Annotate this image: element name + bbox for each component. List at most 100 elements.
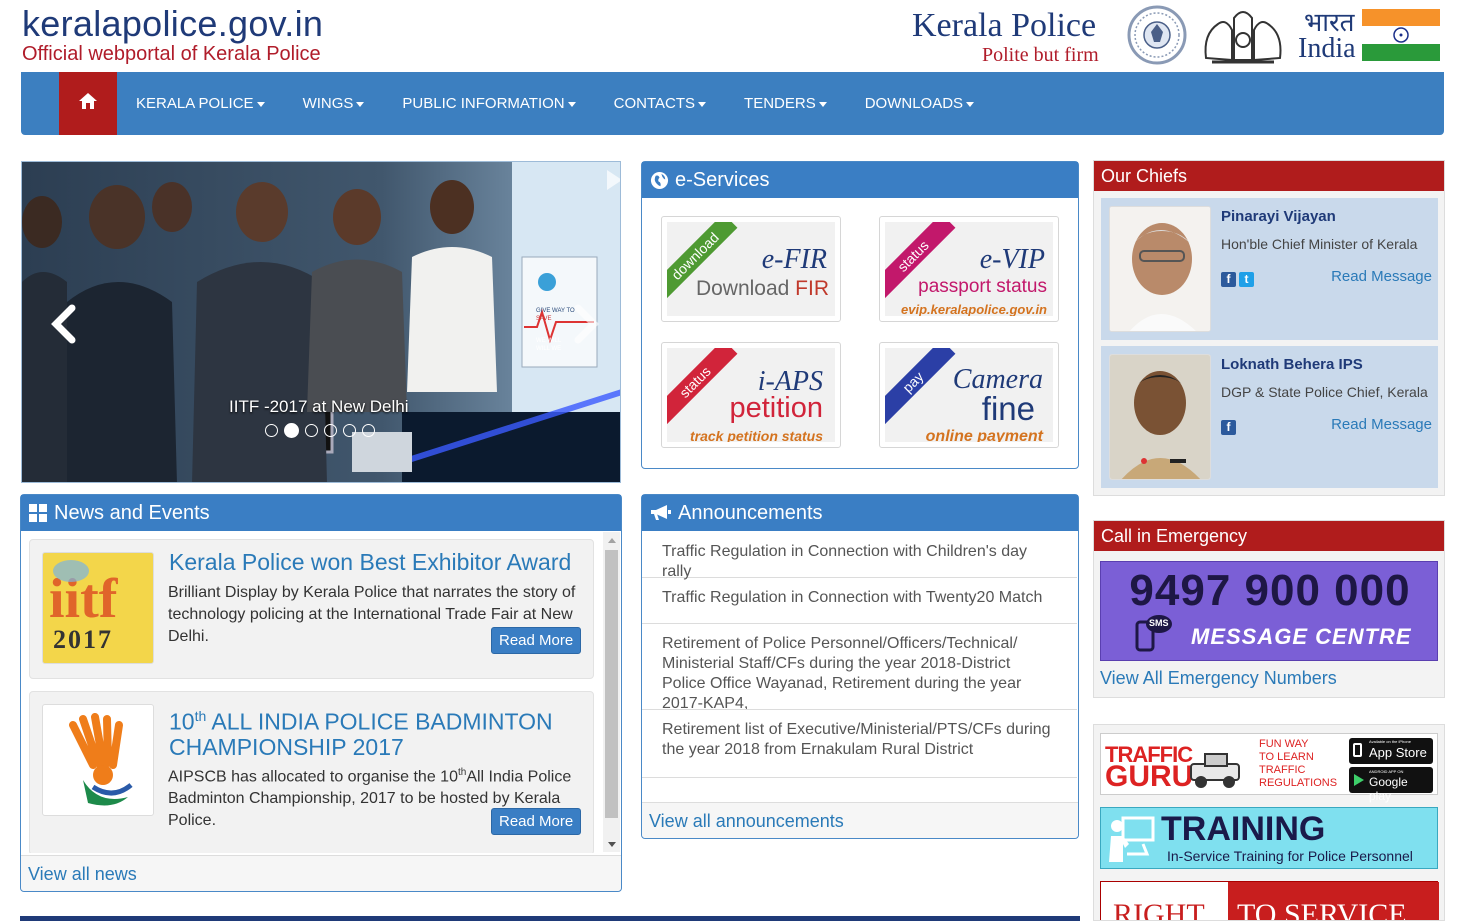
carousel-dot-active[interactable] xyxy=(284,423,299,438)
tile-title: e-FIR xyxy=(761,244,827,275)
tile-title: e-VIP xyxy=(979,244,1045,275)
india-flag xyxy=(1362,9,1440,61)
iaps-tile[interactable]: status i-APS petition track petition sta… xyxy=(661,342,841,448)
camera-fine-tile[interactable]: pay Camera fine online payment xyxy=(879,342,1059,448)
chiefs-panel: Our Chiefs Pinarayi Vijayan Hon'ble Chie… xyxy=(1093,160,1445,496)
read-more-button[interactable]: Read More xyxy=(491,627,582,654)
tile-subtitle: Download FIR xyxy=(696,277,829,301)
chief-role: DGP & State Police Chief, Kerala xyxy=(1221,384,1428,400)
app-store-small-text: Available on the iPhone xyxy=(1369,739,1411,744)
site-title[interactable]: keralapolice.gov.in xyxy=(22,4,323,44)
efir-tile[interactable]: download e-FIR Download FIR xyxy=(661,216,841,322)
rts-text-right: TO SERVICE xyxy=(1237,898,1407,921)
twitter-icon[interactable]: t xyxy=(1239,272,1254,287)
app-store-badge[interactable]: Available on the iPhone App Store xyxy=(1349,738,1433,764)
carousel-dot[interactable] xyxy=(324,424,337,437)
nav-public-information[interactable]: PUBLIC INFORMATION xyxy=(402,95,576,112)
caret-down-icon xyxy=(966,102,975,107)
tile-link-text: online payment xyxy=(925,428,1043,442)
news-thumbnail[interactable]: iitf 2017 xyxy=(42,552,154,664)
scroll-thumb[interactable] xyxy=(605,550,618,818)
promo-panel: TRAFFIC GURU FUN WAY TO LEARN TRAFFIC RE… xyxy=(1093,724,1445,921)
nav-tenders[interactable]: TENDERS xyxy=(744,95,827,112)
chief-role: Hon'ble Chief Minister of Kerala xyxy=(1221,236,1418,252)
carousel-dot[interactable] xyxy=(265,424,278,437)
carousel-dot[interactable] xyxy=(305,424,318,437)
carousel-prev-button[interactable] xyxy=(50,304,80,344)
news-scroll-area: iitf 2017 Kerala Police won Best Exhibit… xyxy=(21,531,621,853)
news-item-title[interactable]: 10th ALL INDIA POLICE BADMINTON CHAMPION… xyxy=(169,704,579,760)
chief-name[interactable]: Pinarayi Vijayan xyxy=(1221,208,1336,225)
chief-photo xyxy=(1109,206,1211,332)
booth-sign-line: WILL WE xyxy=(536,346,562,352)
kerala-police-emblem xyxy=(1126,2,1188,68)
read-more-button[interactable]: Read More xyxy=(491,808,582,835)
caret-down-icon xyxy=(818,102,827,107)
view-all-emergency-link[interactable]: View All Emergency Numbers xyxy=(1100,668,1337,689)
india-hindi-label: भारत xyxy=(1304,7,1355,37)
caret-down-icon xyxy=(256,102,265,107)
message-centre-label: MESSAGE CENTRE xyxy=(1191,624,1412,649)
carousel-dot[interactable] xyxy=(362,424,375,437)
announcement-item[interactable]: Traffic Regulation in Connection with Ch… xyxy=(642,532,1077,580)
chief-name[interactable]: Loknath Behera IPS xyxy=(1221,356,1363,373)
scroll-down-arrow[interactable] xyxy=(603,836,620,852)
view-all-announcements-link[interactable]: View all announcements xyxy=(649,811,844,832)
tagline-line: FUN WAY xyxy=(1259,738,1309,750)
carousel-caption: IITF -2017 at New Delhi xyxy=(229,397,409,416)
emergency-banner[interactable]: 9497 900 000 SMS MESSAGE CENTRE xyxy=(1100,561,1438,661)
nav-kerala-police[interactable]: KERALA POLICE xyxy=(136,95,265,112)
home-icon xyxy=(78,92,98,115)
jeep-icon xyxy=(1185,750,1245,790)
news-item: iitf 2017 Kerala Police won Best Exhibit… xyxy=(29,539,594,679)
home-button[interactable] xyxy=(59,72,117,135)
globe-icon xyxy=(650,171,669,190)
booth-sign-line: GIVE WAY TO xyxy=(536,308,575,314)
news-scrollbar[interactable] xyxy=(603,532,620,852)
image-carousel[interactable]: IITF -2017 at New Delhi GIVE WAY TO SAVE… xyxy=(21,161,621,483)
title-text: 10 xyxy=(169,708,195,735)
sms-bubble-text: SMS xyxy=(1149,618,1169,628)
right-to-service-banner[interactable]: RIGHT TO SERVICE xyxy=(1100,881,1439,921)
announcement-item[interactable]: Traffic Regulation in Connection with Tw… xyxy=(642,578,1077,624)
read-message-link[interactable]: Read Message xyxy=(1331,416,1432,433)
chief-card: Loknath Behera IPS DGP & State Police Ch… xyxy=(1101,346,1438,488)
traffic-guru-banner[interactable]: TRAFFIC GURU FUN WAY TO LEARN TRAFFIC RE… xyxy=(1100,733,1438,803)
page-divider xyxy=(20,916,1080,921)
tagline-line: REGULATIONS xyxy=(1259,777,1338,789)
announcements-header: Announcements xyxy=(642,495,1078,531)
facebook-icon[interactable]: f xyxy=(1221,272,1236,287)
news-thumbnail[interactable] xyxy=(42,704,154,816)
training-title: TRAINING xyxy=(1161,810,1326,848)
google-play-badge[interactable]: ANDROID APP ON Google play xyxy=(1349,767,1433,803)
emergency-panel: Call in Emergency 9497 900 000 SMS MESSA… xyxy=(1093,520,1445,698)
nav-wings[interactable]: WINGS xyxy=(303,95,365,112)
social-links: ft xyxy=(1221,270,1257,288)
chief-card: Pinarayi Vijayan Hon'ble Chief Minister … xyxy=(1101,198,1438,340)
booth-sign-line: WE WILL xyxy=(536,338,562,344)
tile-subtitle: petition xyxy=(729,392,823,424)
tagline-line: TO LEARN xyxy=(1259,751,1314,763)
nav-downloads[interactable]: DOWNLOADS xyxy=(865,95,975,112)
announcement-item[interactable]: Retirement list of Executive/Ministerial… xyxy=(642,710,1077,778)
training-banner[interactable]: TRAINING In-Service Training for Police … xyxy=(1100,807,1438,869)
news-panel: News and Events iitf 2017 Kerala Police … xyxy=(20,494,622,892)
emergency-number: 9497 900 000 xyxy=(1129,566,1411,615)
read-message-link[interactable]: Read Message xyxy=(1331,268,1432,285)
bullhorn-icon xyxy=(650,504,672,522)
nav-contacts[interactable]: CONTACTS xyxy=(614,95,707,112)
tile-ribbon: status xyxy=(667,348,738,425)
news-title: News and Events xyxy=(54,501,210,524)
scroll-up-arrow[interactable] xyxy=(603,532,620,548)
rts-text-left: RIGHT xyxy=(1113,898,1205,921)
kerala-police-motto: Polite but firm xyxy=(982,44,1099,66)
title-superscript: th xyxy=(194,708,207,724)
facebook-icon[interactable]: f xyxy=(1221,420,1236,435)
social-links: f xyxy=(1221,418,1239,436)
news-item-title[interactable]: Kerala Police won Best Exhibitor Award xyxy=(169,550,579,575)
india-english-label: India xyxy=(1298,33,1356,64)
carousel-dot[interactable] xyxy=(343,424,356,437)
announcement-item[interactable]: Retirement of Police Personnel/Officers/… xyxy=(642,624,1077,710)
view-all-news-link[interactable]: View all news xyxy=(28,864,137,885)
evip-tile[interactable]: status e-VIP passport status evip.kerala… xyxy=(879,216,1059,322)
